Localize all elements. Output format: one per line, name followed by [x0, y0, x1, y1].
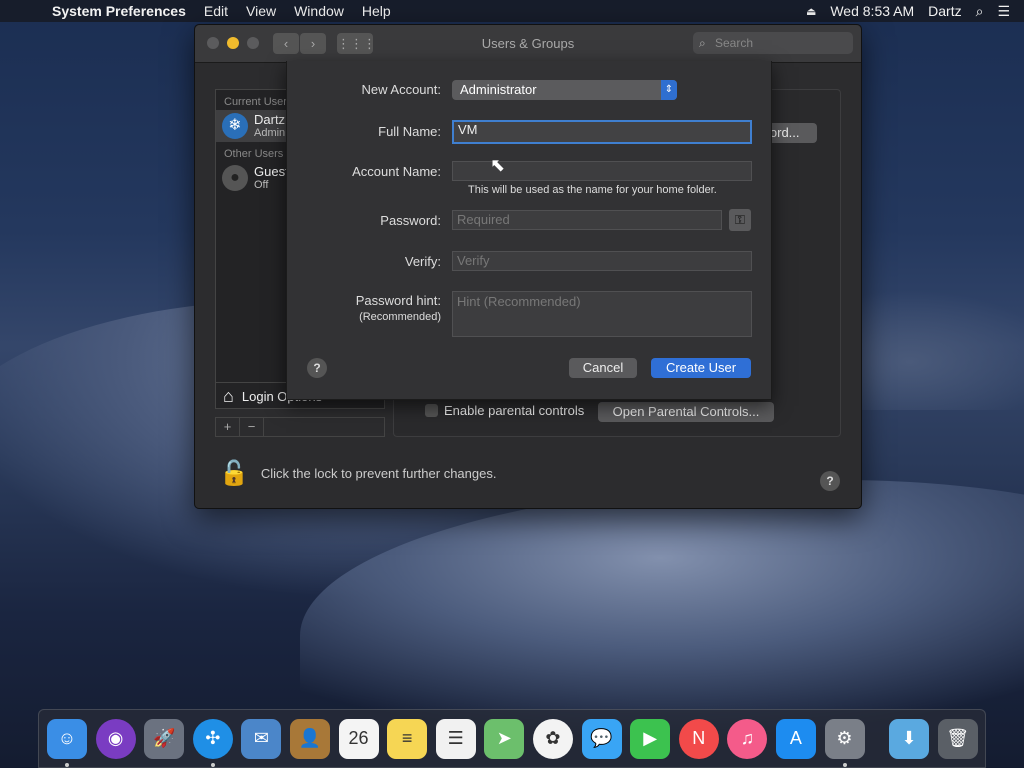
- create-user-button[interactable]: Create User: [651, 358, 751, 378]
- facetime-icon[interactable]: ▶: [630, 718, 671, 759]
- notes-icon[interactable]: ≡: [387, 718, 428, 759]
- downloads-folder-icon-glyph: ⬇: [901, 728, 917, 748]
- search-input[interactable]: ⌕ Search: [693, 32, 853, 54]
- open-parental-controls-button[interactable]: Open Parental Controls...: [598, 402, 774, 422]
- news-icon-glyph: N: [692, 728, 706, 748]
- password-field[interactable]: Required: [452, 210, 722, 230]
- eject-icon[interactable]: ⏏: [806, 5, 816, 18]
- window-help-button[interactable]: ?: [820, 471, 840, 491]
- account-name-label: Account Name:: [352, 164, 441, 179]
- search-placeholder: Search: [715, 36, 754, 50]
- account-name-note: This will be used as the name for your h…: [468, 184, 717, 196]
- facetime-icon-glyph: ▶: [643, 728, 658, 748]
- password-hint-field[interactable]: Hint (Recommended): [452, 291, 752, 337]
- menu-bar: System Preferences Edit View Window Help…: [0, 0, 1024, 22]
- cancel-button[interactable]: Cancel: [569, 358, 637, 378]
- snowflake-avatar-icon: ❄: [222, 113, 248, 139]
- full-name-label: Full Name:: [378, 124, 441, 139]
- lock-icon[interactable]: 🔓: [219, 459, 249, 488]
- notification-center-icon[interactable]: ☰: [997, 3, 1010, 20]
- photos-icon-glyph: ✿: [545, 728, 561, 748]
- trash-icon[interactable]: 🗑: [937, 718, 978, 759]
- menu-view[interactable]: View: [246, 3, 276, 19]
- running-indicator: [210, 762, 215, 767]
- trash-icon-glyph: 🗑: [946, 728, 970, 748]
- calendar-icon[interactable]: 26: [338, 718, 379, 759]
- maps-icon[interactable]: ➤: [484, 718, 525, 759]
- menu-window[interactable]: Window: [294, 3, 344, 19]
- launchpad-icon[interactable]: 🚀: [144, 718, 185, 759]
- add-user-button[interactable]: +: [216, 418, 240, 436]
- password-label: Password:: [380, 213, 441, 228]
- lock-text: Click the lock to prevent further change…: [260, 466, 497, 481]
- photos-icon[interactable]: ✿: [532, 718, 573, 759]
- safari-icon[interactable]: ✣: [192, 718, 233, 767]
- contacts-icon[interactable]: 👤: [289, 718, 330, 759]
- dock: ☺ ◉ 🚀 ✣ ✉ 👤 26 ≡ ☰ ➤ ✿ 💬 ▶ N ♫ A ⚙ ⬇ 🗑: [38, 709, 986, 768]
- finder-icon-glyph: ☺: [57, 728, 77, 748]
- password-assistant-key-icon[interactable]: ⚿: [729, 209, 751, 231]
- popup-arrows-icon: ⇕: [661, 80, 677, 100]
- verify-field[interactable]: Verify: [452, 251, 752, 271]
- lock-row: 🔓 Click the lock to prevent further chan…: [219, 459, 496, 488]
- full-name-field[interactable]: VM: [452, 120, 752, 144]
- new-account-sheet: New Account: Administrator ⇕ Full Name: …: [286, 61, 772, 400]
- downloads-folder-icon[interactable]: ⬇: [889, 718, 930, 759]
- password-hint-label: Password hint:: [355, 293, 441, 308]
- menubar-clock[interactable]: Wed 8:53 AM: [830, 3, 914, 19]
- notes-icon-glyph: ≡: [401, 728, 413, 748]
- user-name: Dartz: [254, 112, 286, 127]
- remove-user-button[interactable]: −: [240, 418, 264, 436]
- system-preferences-icon[interactable]: ⚙: [824, 718, 865, 767]
- parental-controls-row: Enable parental controls: [425, 403, 584, 418]
- sheet-help-button[interactable]: ?: [307, 358, 327, 378]
- menubar-user[interactable]: Dartz: [928, 3, 961, 19]
- calendar-icon-glyph: 26: [348, 728, 369, 748]
- app-store-icon-glyph: A: [789, 728, 802, 748]
- launchpad-icon-glyph: 🚀: [152, 728, 176, 748]
- guest-avatar-icon: ●: [222, 165, 248, 191]
- mail-icon-glyph: ✉: [253, 728, 269, 748]
- siri-icon[interactable]: ◉: [95, 718, 136, 759]
- itunes-icon-glyph: ♫: [740, 728, 755, 748]
- search-icon: ⌕: [699, 36, 706, 50]
- parental-controls-label: Enable parental controls: [444, 403, 585, 418]
- siri-icon-glyph: ◉: [107, 728, 124, 748]
- account-type-popup[interactable]: Administrator ⇕: [452, 80, 677, 100]
- safari-icon-glyph: ✣: [205, 728, 221, 748]
- new-account-label: New Account:: [361, 82, 442, 97]
- running-indicator: [842, 762, 847, 767]
- mail-icon[interactable]: ✉: [241, 718, 282, 759]
- messages-icon[interactable]: 💬: [581, 718, 622, 759]
- add-remove-bar: + −: [215, 417, 385, 437]
- system-preferences-icon-glyph: ⚙: [836, 728, 853, 748]
- user-role: Admin: [254, 127, 286, 139]
- itunes-icon[interactable]: ♫: [727, 718, 768, 759]
- contacts-icon-glyph: 👤: [298, 728, 322, 748]
- messages-icon-glyph: 💬: [590, 728, 613, 748]
- password-hint-sublabel: (Recommended): [359, 311, 441, 323]
- verify-label: Verify:: [404, 254, 441, 269]
- reminders-icon[interactable]: ☰: [435, 718, 476, 759]
- app-store-icon[interactable]: A: [775, 718, 816, 759]
- reminders-icon-glyph: ☰: [447, 728, 464, 748]
- account-type-value: Administrator: [460, 82, 537, 97]
- maps-icon-glyph: ➤: [496, 728, 512, 748]
- menu-help[interactable]: Help: [362, 3, 391, 19]
- running-indicator: [65, 762, 69, 767]
- spotlight-search-icon[interactable]: ⌕: [976, 3, 984, 20]
- house-icon: ⌂: [223, 386, 234, 406]
- news-icon[interactable]: N: [678, 718, 719, 759]
- finder-icon[interactable]: ☺: [47, 718, 87, 767]
- menu-edit[interactable]: Edit: [204, 3, 228, 19]
- menu-app-name[interactable]: System Preferences: [52, 3, 186, 19]
- parental-controls-checkbox[interactable]: [425, 404, 438, 417]
- mouse-cursor-icon: ⬉: [490, 155, 506, 175]
- title-bar: ‹ › ⋮⋮⋮ Users & Groups ⌕ Search: [195, 25, 861, 63]
